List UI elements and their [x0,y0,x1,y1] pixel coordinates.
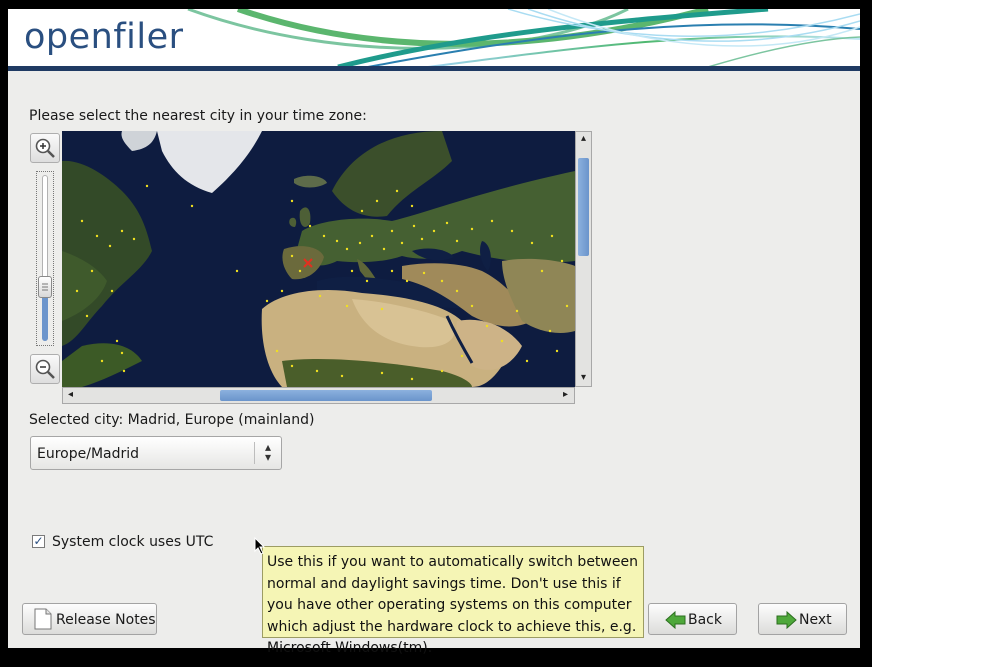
header-banner: openfiler [8,9,860,67]
zoom-in-button[interactable] [30,133,60,163]
installer-window: openfiler Please select the nearest city… [0,0,872,667]
back-label: Back [688,612,722,628]
release-notes-button[interactable]: Release Notes [22,603,157,635]
next-arrow-icon [776,611,797,629]
timezone-select-value: Europe/Madrid [37,446,140,462]
map-vertical-scrollbar[interactable]: ▴ ▾ [575,131,592,387]
selected-city-label: Selected city: Madrid, Europe (mainland) [29,412,315,428]
back-arrow-icon [665,611,686,629]
select-divider [254,442,255,464]
release-notes-label: Release Notes [56,612,156,628]
document-icon [34,608,52,630]
mouse-pointer-icon [254,537,266,555]
map-horizontal-scrollbar[interactable]: ◂ ▸ [62,387,575,404]
map-horizontal-scroll-thumb[interactable] [220,390,432,401]
updown-icon: ▴ ▾ [264,440,272,464]
scroll-right-arrow-icon[interactable]: ▸ [558,388,573,402]
zoom-out-icon [35,359,55,379]
scroll-left-arrow-icon[interactable]: ◂ [63,388,78,402]
zoom-out-button[interactable] [30,354,60,384]
zoom-slider-fill [42,292,48,341]
utc-checkbox-label[interactable]: System clock uses UTC [52,534,213,550]
scroll-up-arrow-icon[interactable]: ▴ [576,132,591,146]
world-map-image [62,131,575,387]
scroll-down-arrow-icon[interactable]: ▾ [576,371,591,385]
timezone-map[interactable] [62,131,575,387]
next-button[interactable]: Next [758,603,847,635]
back-button[interactable]: Back [648,603,737,635]
openfiler-logo: openfiler [24,17,184,57]
timezone-select[interactable]: Europe/Madrid ▴ ▾ [30,436,282,470]
zoom-slider-thumb[interactable] [38,276,52,298]
map-vertical-scroll-thumb[interactable] [578,158,589,256]
utc-checkbox[interactable]: ✓ [32,535,45,548]
next-label: Next [799,612,832,628]
utc-tooltip: Use this if you want to automatically sw… [262,546,644,656]
zoom-slider[interactable] [36,171,54,346]
zoom-in-icon [35,138,55,158]
timezone-prompt: Please select the nearest city in your t… [29,108,367,124]
